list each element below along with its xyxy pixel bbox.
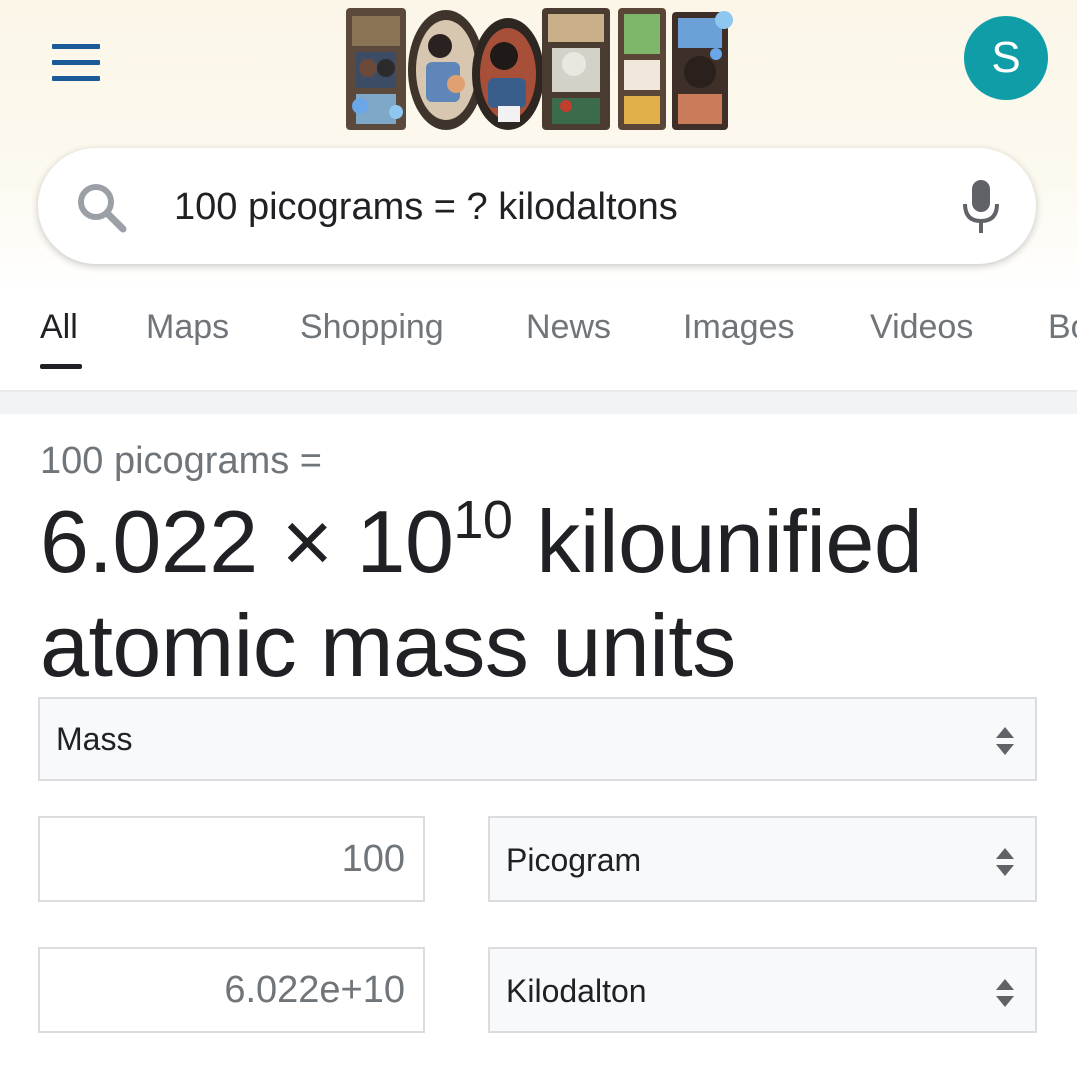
from-unit-value: Picogram	[506, 842, 642, 878]
tab-shopping[interactable]: Shopping	[300, 308, 444, 347]
search-tabs: All Maps Shopping News Images Videos Bo	[0, 300, 1077, 390]
category-select-value: Mass	[56, 721, 133, 757]
to-value-text: 6.022e+10	[224, 969, 405, 1011]
menu-icon	[52, 44, 100, 49]
result-value: 6.022 × 1010 kilounified atomic mass unit…	[40, 490, 1040, 695]
result-unit-line2: atomic mass units	[40, 596, 736, 695]
microphone-icon[interactable]	[960, 178, 1002, 236]
select-arrows-icon	[996, 727, 1014, 755]
select-arrows-icon	[996, 848, 1014, 876]
result-mantissa: 6.022 × 10	[40, 492, 454, 591]
tab-maps[interactable]: Maps	[146, 308, 229, 347]
from-value-input[interactable]: 100	[38, 816, 425, 902]
result-exponent: 10	[453, 490, 513, 550]
avatar[interactable]: S	[964, 16, 1048, 100]
active-tab-indicator	[40, 364, 82, 369]
menu-icon-bar	[52, 60, 100, 65]
section-divider	[0, 390, 1077, 414]
from-value-text: 100	[341, 838, 405, 880]
tab-videos[interactable]: Videos	[870, 308, 973, 347]
to-unit-value: Kilodalton	[506, 973, 647, 1009]
doodle-logo[interactable]	[338, 2, 738, 136]
result-label: 100 picograms =	[40, 440, 322, 482]
menu-button[interactable]	[44, 38, 108, 88]
tab-images[interactable]: Images	[683, 308, 795, 347]
to-unit-select[interactable]: Kilodalton	[488, 947, 1037, 1033]
to-value-input[interactable]: 6.022e+10	[38, 947, 425, 1033]
search-icon	[78, 184, 127, 233]
select-arrows-icon	[996, 979, 1014, 1007]
from-unit-select[interactable]: Picogram	[488, 816, 1037, 902]
tab-all[interactable]: All	[40, 308, 78, 347]
result-unit-line1: kilounified	[512, 492, 923, 591]
search-input[interactable]: 100 picograms = ? kilodaltons	[174, 178, 678, 236]
category-select[interactable]: Mass	[38, 697, 1037, 781]
menu-icon-bar	[52, 76, 100, 81]
tab-news[interactable]: News	[526, 308, 611, 347]
tab-books[interactable]: Bo	[1048, 308, 1077, 347]
